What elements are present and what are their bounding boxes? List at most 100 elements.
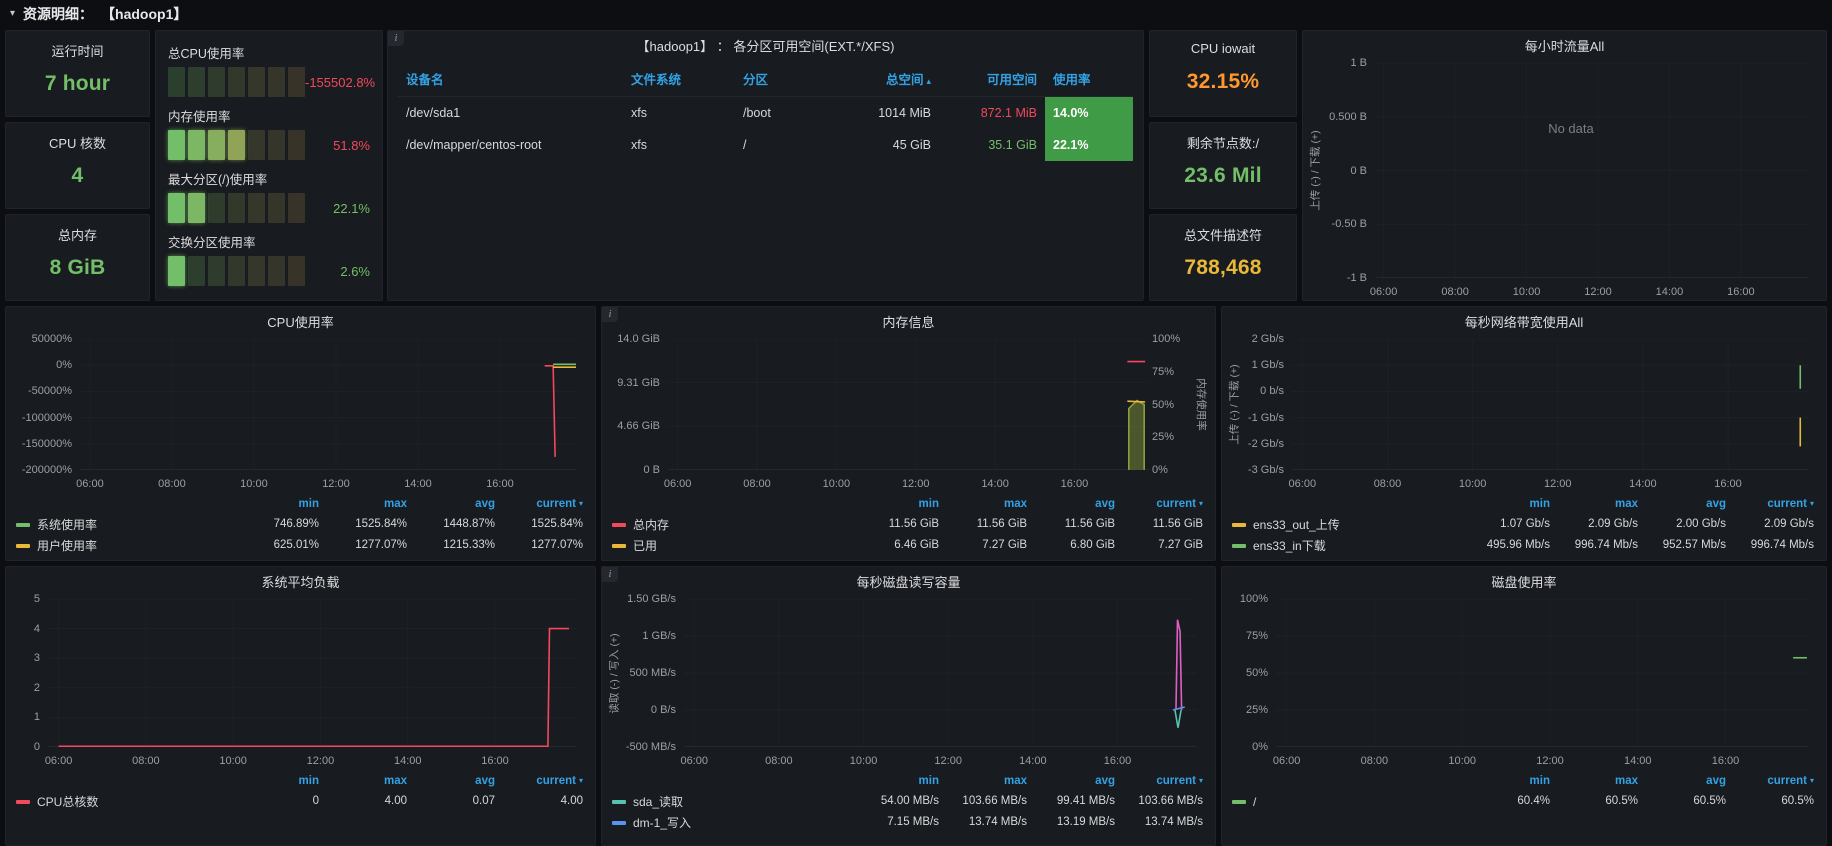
- legend-column-header[interactable]: min: [1462, 771, 1550, 791]
- plot-area[interactable]: [684, 599, 1197, 747]
- legend-column-header[interactable]: current ▾: [495, 771, 583, 791]
- legend-column-header[interactable]: current ▾: [1726, 494, 1814, 514]
- legend-series-label[interactable]: 总内存: [612, 514, 851, 535]
- legend-series-label[interactable]: ens33_out_上传: [1232, 514, 1462, 535]
- gauge-segment-icon: [228, 67, 245, 97]
- plot-area[interactable]: [80, 339, 577, 470]
- legend-table: min max avg current ▾ CPU总核数 0 4.00 0.07 4.00: [16, 771, 583, 812]
- legend-value: 11.56 GiB: [1064, 518, 1115, 530]
- x-tick-label: 10:00: [1512, 286, 1541, 298]
- legend-column-header[interactable]: avg: [1027, 494, 1115, 514]
- panel-title[interactable]: 每小时流量All: [1303, 31, 1826, 59]
- legend-series-label[interactable]: CPU总核数: [16, 791, 231, 812]
- legend-column-header[interactable]: avg: [407, 771, 495, 791]
- plot-area[interactable]: [668, 339, 1149, 470]
- legend-column-header[interactable]: current ▾: [495, 494, 583, 514]
- table-column-header[interactable]: 使用率: [1045, 59, 1133, 97]
- legend-column-header[interactable]: max: [319, 771, 407, 791]
- panel-title[interactable]: CPU使用率: [6, 307, 595, 335]
- legend-column-header[interactable]: max: [319, 494, 407, 514]
- panel-title[interactable]: 磁盘使用率: [1222, 567, 1826, 595]
- gauge-segment-icon: [248, 130, 265, 160]
- x-tick-label: 08:00: [1360, 755, 1389, 767]
- info-icon[interactable]: i: [602, 567, 618, 582]
- legend-column-header[interactable]: min: [851, 771, 939, 791]
- legend-column-header[interactable]: max: [939, 494, 1027, 514]
- gauge-segment-icon: [168, 130, 185, 160]
- x-tick-label: 12:00: [934, 755, 962, 767]
- legend-column-header[interactable]: avg: [1027, 771, 1115, 791]
- legend-column-header[interactable]: current ▾: [1115, 494, 1203, 514]
- legend-series-label[interactable]: sda_读取: [612, 791, 851, 812]
- plot-area[interactable]: No data: [1375, 63, 1808, 278]
- legend-series-label[interactable]: dm-1_写入: [612, 812, 851, 833]
- caret-down-icon: ▾: [1198, 776, 1203, 785]
- panel-title[interactable]: 每秒磁盘读写容量: [602, 567, 1215, 595]
- table-cell: 14.0%: [1045, 97, 1133, 129]
- x-axis: 06:00 08:00 10:00 12:00 14:00 16:00: [680, 751, 1197, 769]
- legend-column-header[interactable]: max: [939, 771, 1027, 791]
- panel-usage-gauges: 总CPU使用率 -155502.8% 内存使用率 51.8% 最大分区(/)使用率 22.…: [155, 30, 383, 301]
- info-icon[interactable]: i: [602, 307, 618, 322]
- legend-series-label[interactable]: ens33_in下载: [1232, 535, 1462, 556]
- legend-value: 7.15 MB/s: [887, 816, 939, 828]
- gauge-title: 总CPU使用率: [168, 47, 245, 61]
- legend-corner: [16, 494, 231, 514]
- legend-series-label[interactable]: 用户使用率: [16, 535, 231, 556]
- y-tick-label: -0.50 B: [1331, 218, 1367, 231]
- panel-title[interactable]: 内存信息: [602, 307, 1215, 335]
- plot-area[interactable]: [1292, 339, 1808, 470]
- legend-value: 13.74 MB/s: [968, 816, 1027, 828]
- legend-column-header[interactable]: current ▾: [1115, 771, 1203, 791]
- panel-title[interactable]: 系统平均负载: [6, 567, 595, 595]
- x-tick-label: 10:00: [822, 478, 851, 490]
- info-icon[interactable]: i: [388, 31, 404, 46]
- y-tick-label: 0%: [1252, 741, 1268, 753]
- legend-column-header[interactable]: avg: [407, 494, 495, 514]
- legend-column-header[interactable]: avg: [1638, 771, 1726, 791]
- legend-series-label[interactable]: /: [1232, 791, 1462, 812]
- legend-series-label[interactable]: 已用: [612, 535, 851, 556]
- legend-column-header[interactable]: current ▾: [1726, 771, 1814, 791]
- table-column-header[interactable]: 分区: [735, 59, 839, 97]
- table-cell: /dev/sda1: [406, 106, 461, 120]
- legend-value: 2.09 Gb/s: [1588, 518, 1638, 530]
- y-tick-label: 50000%: [31, 333, 72, 345]
- y-axis: 1.50 GB/s 1 GB/s 500 MB/s 0 B/s -500 MB/s: [624, 593, 676, 753]
- legend: min max avg current ▾ sda_读取 54.00 MB/s 103.66 …: [602, 769, 1215, 837]
- bar-gauge: 总CPU使用率 -155502.8%: [168, 43, 375, 97]
- legend-column-header[interactable]: min: [231, 494, 319, 514]
- plot-area[interactable]: [1276, 599, 1808, 747]
- table-column-header[interactable]: 可用空间: [939, 59, 1045, 97]
- y-axis: 5 4 3 2 1 0: [14, 593, 40, 753]
- legend-value: 60.5%: [1605, 795, 1638, 807]
- dashboard-row-header[interactable]: ▾ 资源明细： 【hadoop1】: [0, 0, 1832, 27]
- table-column-header[interactable]: 总空间 ▴: [839, 59, 939, 97]
- panel-load-average: 系统平均负载 5 4 3 2 1 0 06:00 08:00 10:00 12:00 14:00 1…: [5, 566, 596, 846]
- sort-caret-icon: ▴: [926, 76, 931, 86]
- table-cell: 1014 MiB: [878, 106, 931, 120]
- panel-title[interactable]: 每秒网络带宽使用All: [1222, 307, 1826, 335]
- legend-column-header[interactable]: min: [1462, 494, 1550, 514]
- legend-column-header[interactable]: min: [231, 771, 319, 791]
- caret-down-icon: ▾: [578, 776, 583, 785]
- y-tick-label: -1 Gb/s: [1247, 411, 1284, 424]
- x-tick-label: 06:00: [1369, 286, 1398, 298]
- legend-column-header[interactable]: min: [851, 494, 939, 514]
- table-column-header[interactable]: 设备名: [398, 59, 623, 97]
- legend-column-header[interactable]: max: [1550, 494, 1638, 514]
- panel-title[interactable]: 【hadoop1】 ： 各分区可用空间(EXT.*/XFS): [388, 31, 1143, 59]
- legend-column-header[interactable]: avg: [1638, 494, 1726, 514]
- panel-cpu-usage: CPU使用率 50000% 0% -50000% -100000% -150000% -2…: [5, 306, 596, 561]
- panel-title-text: 系统平均负载: [261, 574, 340, 590]
- table-column-header[interactable]: 文件系统: [623, 59, 735, 97]
- y-tick-label: -500 MB/s: [625, 741, 676, 753]
- legend: min max avg current ▾ ens33_out_上传 1.07 Gb/s 2.…: [1222, 492, 1826, 560]
- legend-value: 1525.84%: [531, 518, 583, 530]
- plot-area[interactable]: [48, 599, 577, 747]
- legend-corner: [612, 771, 851, 791]
- gauge-segment-icon: [228, 193, 245, 223]
- legend-series-label[interactable]: 系统使用率: [16, 514, 231, 535]
- caret-down-icon: ▾: [1809, 776, 1814, 785]
- legend-column-header[interactable]: max: [1550, 771, 1638, 791]
